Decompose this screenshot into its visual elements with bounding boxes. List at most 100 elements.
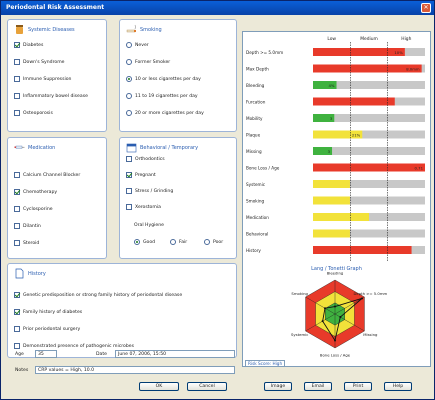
checkbox[interactable] bbox=[14, 206, 20, 212]
document-icon bbox=[15, 268, 24, 279]
radio[interactable] bbox=[126, 93, 132, 99]
date-label: Date bbox=[96, 352, 107, 357]
risk-bar-chart: Low Medium High Depth >= 5.0mm 10% Max Depth 8… bbox=[246, 36, 425, 262]
option-label: Fair bbox=[179, 239, 188, 245]
behavioral-option[interactable]: Xerostomia bbox=[126, 204, 161, 210]
radar-axis-label: Depth >= 5.0mm bbox=[353, 291, 387, 296]
option-label: Cyclosporine bbox=[23, 206, 53, 212]
image-button[interactable]: Image bbox=[264, 382, 292, 391]
systemic-option[interactable]: Immune Suppression bbox=[14, 76, 71, 82]
checkbox[interactable] bbox=[14, 42, 20, 48]
ok-button[interactable]: OK bbox=[139, 382, 179, 391]
checkbox[interactable] bbox=[126, 156, 132, 162]
checkbox[interactable] bbox=[14, 93, 20, 99]
systemic-option[interactable]: Down's Syndrome bbox=[14, 59, 65, 65]
hygiene-option[interactable]: Fair bbox=[170, 239, 187, 245]
radio[interactable] bbox=[170, 239, 176, 245]
option-label: Pregnant bbox=[135, 172, 156, 178]
smoking-option[interactable]: Never bbox=[126, 42, 149, 48]
history-option[interactable]: Prior periodontal surgery bbox=[14, 326, 80, 332]
checkbox[interactable] bbox=[14, 292, 20, 298]
option-label: Stress / Grinding bbox=[135, 188, 174, 194]
checkbox[interactable] bbox=[14, 76, 20, 82]
behavioral-title: Behavioral / Temporary bbox=[140, 144, 199, 151]
hygiene-option[interactable]: Poor bbox=[204, 239, 223, 245]
radio[interactable] bbox=[126, 42, 132, 48]
category-label: Furcation bbox=[246, 100, 266, 105]
behavioral-option[interactable]: Pregnant bbox=[126, 172, 156, 178]
option-label: Immune Suppression bbox=[23, 76, 72, 82]
checkbox[interactable] bbox=[14, 240, 20, 246]
close-icon[interactable]: ✕ bbox=[421, 3, 431, 13]
radar-point bbox=[323, 307, 326, 310]
checkbox[interactable] bbox=[14, 172, 20, 178]
radar-point bbox=[361, 297, 364, 300]
checkbox[interactable] bbox=[14, 309, 20, 315]
checkbox[interactable] bbox=[14, 110, 20, 116]
category-label: Plaque bbox=[246, 133, 261, 138]
checkbox[interactable] bbox=[14, 59, 20, 65]
date-field[interactable]: June 07, 2006, 15:50 bbox=[115, 350, 235, 358]
column-header: Low bbox=[327, 36, 336, 42]
checkbox[interactable] bbox=[14, 189, 20, 195]
checkbox[interactable] bbox=[126, 204, 132, 210]
medication-option[interactable]: Steroid bbox=[14, 240, 39, 246]
help-button[interactable]: Help bbox=[384, 382, 412, 391]
notes-field[interactable]: CRP values = High, 10.0 bbox=[35, 366, 235, 374]
column-header: High bbox=[401, 36, 411, 42]
smoking-option[interactable]: 10 or less cigarettes per day bbox=[126, 76, 201, 82]
smoking-option[interactable]: Former Smoker bbox=[126, 59, 170, 65]
category-label: Mobility bbox=[246, 116, 263, 121]
radio[interactable] bbox=[126, 110, 132, 116]
option-label: Diabetes bbox=[23, 42, 44, 48]
cancel-button[interactable]: Cancel bbox=[187, 382, 227, 391]
bar-value-label: 10% bbox=[394, 50, 403, 55]
medication-option[interactable]: Chemotherapy bbox=[14, 189, 57, 195]
checkbox[interactable] bbox=[126, 188, 132, 194]
notes-label: Notes bbox=[15, 368, 29, 373]
radar-chart: Bleeding Depth >= 5.0mm Missing Bone Loss /… bbox=[291, 271, 388, 358]
history-option[interactable]: Family history of diabetes bbox=[14, 309, 82, 315]
print-button[interactable]: Print bbox=[344, 382, 372, 391]
option-label: Orthodontics bbox=[135, 156, 165, 162]
systemic-option[interactable]: Osteoporosis bbox=[14, 110, 53, 116]
radio[interactable] bbox=[134, 239, 140, 245]
bar bbox=[313, 246, 412, 254]
behavioral-option[interactable]: Stress / Grinding bbox=[126, 188, 173, 194]
radio[interactable] bbox=[126, 59, 132, 65]
option-label: 10 or less cigarettes per day bbox=[135, 76, 201, 82]
option-label: Inflammatory bowel disease bbox=[23, 93, 88, 99]
medication-title: Medication bbox=[28, 144, 56, 151]
category-label: Behavioral bbox=[246, 232, 268, 237]
smoking-option[interactable]: 11 to 19 cigarettes per day bbox=[126, 93, 198, 99]
age-field[interactable]: 35 bbox=[35, 350, 57, 358]
option-label: 11 to 19 cigarettes per day bbox=[135, 93, 198, 99]
option-label: 20 or more cigarettes per day bbox=[135, 110, 204, 116]
hygiene-option[interactable]: Good bbox=[134, 239, 155, 245]
option-label: Good bbox=[143, 239, 156, 245]
checkbox[interactable] bbox=[14, 223, 20, 229]
smoking-option[interactable]: 20 or more cigarettes per day bbox=[126, 110, 204, 116]
bar bbox=[313, 163, 425, 172]
medication-option[interactable]: Cyclosporine bbox=[14, 206, 53, 212]
option-label: Xerostomia bbox=[135, 204, 161, 210]
history-option[interactable]: Demonstrated presence of pathogenic micr… bbox=[14, 343, 134, 349]
option-label: Never bbox=[135, 42, 149, 48]
option-label: Former Smoker bbox=[135, 59, 171, 65]
email-button[interactable]: Email bbox=[304, 382, 332, 391]
radio[interactable] bbox=[126, 76, 132, 82]
radio[interactable] bbox=[204, 239, 210, 245]
medication-option[interactable]: Dilantin bbox=[14, 223, 41, 229]
behavioral-option[interactable]: Orthodontics bbox=[126, 156, 165, 162]
checkbox[interactable] bbox=[14, 326, 20, 332]
bar-value-label: 8.0mm bbox=[406, 67, 420, 72]
systemic-option[interactable]: Inflammatory bowel disease bbox=[14, 93, 88, 99]
systemic-option[interactable]: Diabetes bbox=[14, 42, 43, 48]
medication-option[interactable]: Calcium Channel Blocker bbox=[14, 172, 80, 178]
radar-point bbox=[334, 339, 336, 342]
radar-point bbox=[339, 316, 342, 319]
history-option[interactable]: Genetic predisposition or strong family … bbox=[14, 292, 182, 298]
checkbox[interactable] bbox=[14, 343, 20, 349]
checkbox[interactable] bbox=[126, 172, 132, 178]
radar-point bbox=[321, 320, 324, 323]
